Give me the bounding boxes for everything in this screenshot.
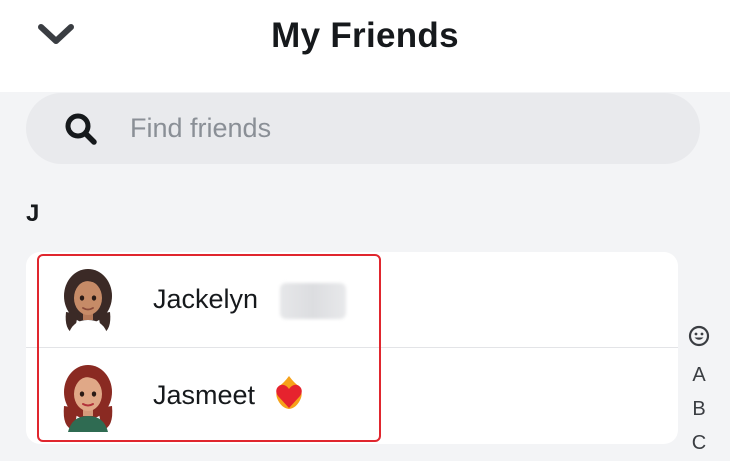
smiley-icon[interactable]	[688, 325, 710, 347]
avatar	[63, 365, 113, 432]
search-icon	[65, 113, 97, 145]
search-input[interactable]	[130, 107, 670, 149]
heart-on-fire-emoji-icon	[276, 376, 302, 409]
friends-list: Jackelyn Jasmeet	[26, 252, 678, 444]
section-header-j: J	[26, 200, 40, 227]
avatar	[64, 269, 112, 336]
index-letter-a[interactable]: A	[684, 363, 714, 387]
search-bar[interactable]	[26, 93, 700, 164]
index-letter-b[interactable]: B	[684, 397, 714, 421]
redacted-surname	[280, 283, 346, 319]
friend-name: Jasmeet	[153, 380, 256, 410]
friend-row-jackelyn[interactable]: Jackelyn	[26, 252, 678, 347]
index-letter-c[interactable]: C	[684, 431, 714, 455]
page-title: My Friends	[271, 16, 459, 55]
alphabet-index[interactable]: A B C	[684, 322, 714, 457]
friend-name: Jackelyn	[153, 284, 259, 314]
friend-row-jasmeet[interactable]: Jasmeet	[26, 348, 678, 443]
header: My Friends	[0, 0, 730, 92]
